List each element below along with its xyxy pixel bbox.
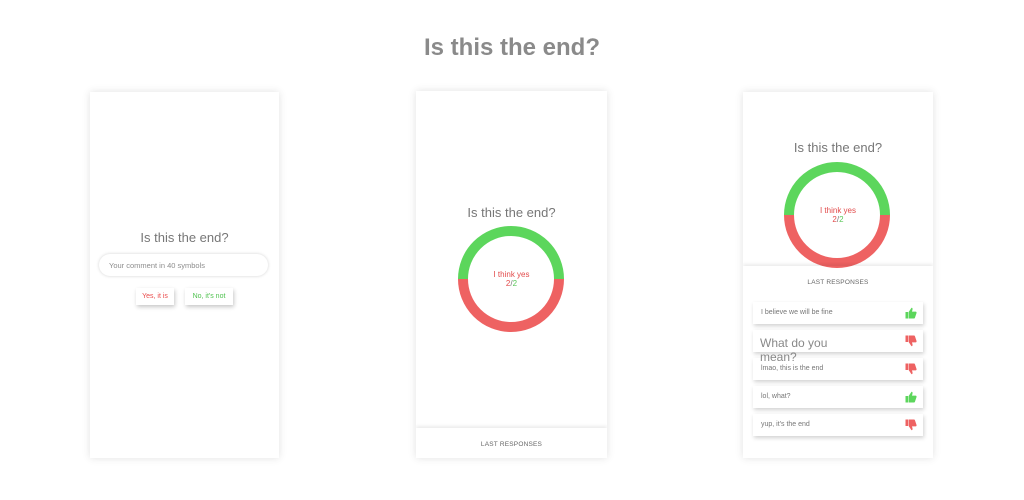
overlay-question-text: What do you mean? [760, 336, 828, 364]
thumbs-up-icon [905, 391, 917, 403]
response-text: lmao, this is the end [761, 365, 824, 372]
phone-screen-result: Is this the end? I think yes 2/2 LAST RE… [416, 91, 607, 458]
response-item[interactable]: yup, it's the end [753, 414, 923, 436]
last-responses-bar[interactable]: LAST RESPONSES [416, 428, 607, 458]
result-summary: I think yes 2/2 [743, 206, 933, 224]
vote-count-b: 2 [512, 279, 518, 288]
phone-screen-vote: Is this the end? Yes, it is No, it's not [90, 92, 279, 458]
response-text: yup, it's the end [761, 421, 810, 428]
thumbs-down-icon [905, 363, 917, 375]
question-title: Is this the end? [467, 205, 556, 220]
thumbs-down-icon [905, 335, 917, 347]
response-item[interactable]: I believe we will be fine [753, 302, 923, 324]
comment-input[interactable] [99, 254, 268, 276]
verdict-label: I think yes [819, 206, 856, 215]
question-title: Is this the end? [793, 140, 883, 155]
response-text: I believe we will be fine [761, 309, 833, 316]
thumbs-up-icon [905, 307, 917, 319]
phone-screen-responses: Is this the end? I think yes 2/2 LAST RE… [743, 92, 933, 458]
thumbs-down-icon [905, 419, 917, 431]
response-item[interactable]: lol, what? [753, 386, 923, 408]
verdict-label: I think yes [493, 270, 530, 279]
last-responses-label: LAST RESPONSES [480, 441, 543, 448]
yes-button[interactable]: Yes, it is [136, 288, 174, 305]
vote-count-b: 2 [839, 215, 844, 224]
vote-count: 2/2 [506, 279, 517, 288]
last-responses-label: LAST RESPONSES [807, 279, 869, 286]
response-text: lol, what? [761, 393, 791, 400]
vote-count: 2/2 [832, 215, 843, 224]
question-title: Is this the end? [140, 230, 229, 245]
no-button[interactable]: No, it's not [185, 288, 233, 305]
page-title: Is this the end? [423, 34, 600, 61]
result-summary: I think yes 2/2 [416, 270, 607, 288]
